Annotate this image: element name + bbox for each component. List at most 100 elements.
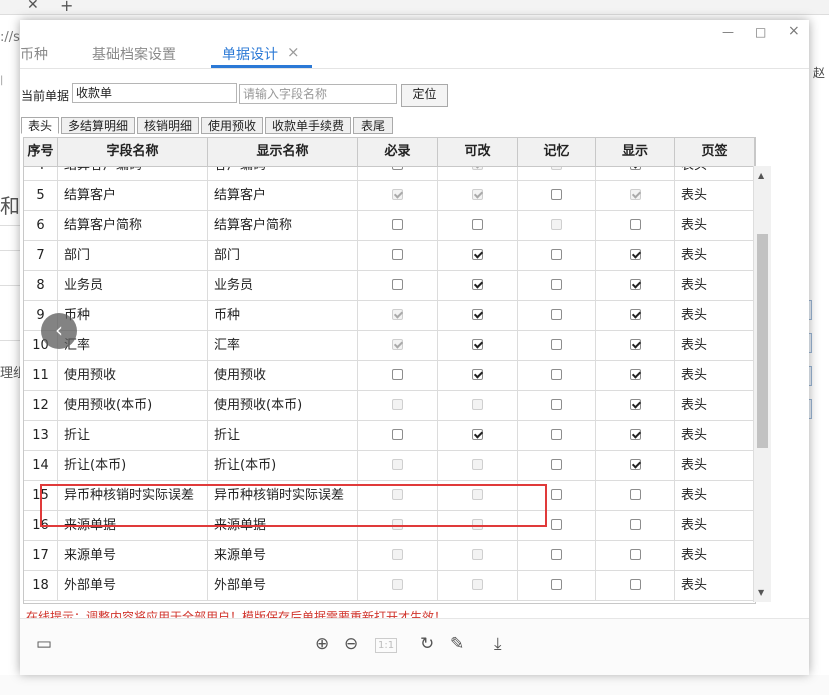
- show-checkbox[interactable]: [629, 399, 641, 410]
- tab-currency[interactable]: 币种: [20, 44, 48, 64]
- table-row[interactable]: 12 使用预收(本币) 使用预收(本币) 表头: [24, 391, 755, 421]
- maximize-icon[interactable]: □: [755, 25, 766, 39]
- editable-checkbox[interactable]: [472, 219, 483, 230]
- display-name[interactable]: 业务员: [208, 271, 358, 300]
- display-name[interactable]: 异币种核销时实际误差: [208, 481, 358, 510]
- tab-cell[interactable]: 表头: [675, 451, 755, 480]
- tab-cell[interactable]: 表头: [675, 211, 755, 240]
- field-name[interactable]: 币种: [58, 301, 208, 330]
- table-row[interactable]: 11 使用预收 使用预收 表头: [24, 361, 755, 391]
- display-name[interactable]: 折让: [208, 421, 358, 450]
- tab-document-design[interactable]: 单据设计: [222, 44, 278, 64]
- display-name[interactable]: 来源单据: [208, 511, 358, 540]
- memory-checkbox[interactable]: [551, 189, 562, 200]
- display-name[interactable]: 客户编码: [208, 167, 358, 180]
- browser-tab-close-icon[interactable]: ✕: [27, 0, 39, 13]
- tab-cell[interactable]: 表头: [675, 361, 755, 390]
- tab-cell[interactable]: 表头: [675, 481, 755, 510]
- display-name[interactable]: 使用预收: [208, 361, 358, 390]
- display-name[interactable]: 部门: [208, 241, 358, 270]
- table-row[interactable]: 17 来源单号 来源单号 表头: [24, 541, 755, 571]
- memory-checkbox[interactable]: [551, 369, 562, 380]
- editable-checkbox[interactable]: [472, 339, 483, 350]
- required-checkbox[interactable]: [392, 167, 403, 170]
- field-name[interactable]: 结算客户编码: [58, 167, 208, 180]
- zoom-in-icon[interactable]: ⊕: [315, 634, 329, 654]
- tab-cell[interactable]: 表头: [675, 421, 755, 450]
- edit-icon[interactable]: ✎: [450, 634, 464, 654]
- field-name[interactable]: 结算客户简称: [58, 211, 208, 240]
- required-checkbox[interactable]: [392, 369, 403, 380]
- memory-checkbox[interactable]: [551, 579, 562, 590]
- field-name[interactable]: 来源单据: [58, 511, 208, 540]
- table-row[interactable]: 8 业务员 业务员 表头: [24, 271, 755, 301]
- download-icon[interactable]: ⤓: [494, 634, 502, 654]
- tab-cell[interactable]: 表头: [675, 331, 755, 360]
- table-row[interactable]: 7 部门 部门 表头: [24, 241, 755, 271]
- subtab-multi-settlement[interactable]: 多结算明细: [61, 117, 135, 134]
- display-name[interactable]: 使用预收(本币): [208, 391, 358, 420]
- current-document-field[interactable]: 收款单: [72, 83, 237, 103]
- memory-checkbox[interactable]: [551, 279, 562, 290]
- memory-checkbox[interactable]: [551, 339, 562, 350]
- show-checkbox[interactable]: [629, 519, 641, 530]
- editable-checkbox[interactable]: [472, 429, 483, 440]
- tab-cell[interactable]: 表头: [675, 541, 755, 570]
- show-checkbox[interactable]: [629, 579, 641, 590]
- table-row[interactable]: 6 结算客户简称 结算客户简称 表头: [24, 211, 755, 241]
- show-checkbox[interactable]: [629, 489, 641, 500]
- new-tab-icon[interactable]: +: [60, 0, 73, 15]
- table-row[interactable]: 15 异币种核销时实际误差 异币种核销时实际误差 表头: [24, 481, 755, 511]
- editable-checkbox[interactable]: [472, 309, 483, 320]
- tab-close-icon[interactable]: ×: [287, 43, 300, 61]
- tab-cell[interactable]: 表头: [675, 181, 755, 210]
- show-checkbox[interactable]: [629, 309, 641, 320]
- display-name[interactable]: 折让(本币): [208, 451, 358, 480]
- rotate-icon[interactable]: ↻: [420, 634, 434, 654]
- table-row[interactable]: 9 币种 币种 表头: [24, 301, 755, 331]
- display-name[interactable]: 来源单号: [208, 541, 358, 570]
- show-checkbox[interactable]: [629, 549, 641, 560]
- tab-cell[interactable]: 表头: [675, 391, 755, 420]
- field-name[interactable]: 外部单号: [58, 571, 208, 600]
- show-checkbox[interactable]: [629, 459, 641, 470]
- table-row[interactable]: 4结算客户编码客户编码 表头: [24, 167, 755, 181]
- subtab-prepayment[interactable]: 使用预收: [201, 117, 263, 134]
- minimize-icon[interactable]: —: [722, 25, 734, 39]
- display-name[interactable]: 币种: [208, 301, 358, 330]
- required-checkbox[interactable]: [392, 279, 403, 290]
- field-name[interactable]: 部门: [58, 241, 208, 270]
- subtab-footer[interactable]: 表尾: [353, 117, 393, 134]
- memory-checkbox[interactable]: [551, 459, 562, 470]
- editable-checkbox[interactable]: [472, 249, 483, 260]
- tab-basic-settings[interactable]: 基础档案设置: [92, 44, 176, 64]
- close-icon[interactable]: ×: [788, 23, 800, 39]
- show-checkbox[interactable]: [629, 429, 641, 440]
- memory-checkbox[interactable]: [551, 309, 562, 320]
- table-row[interactable]: 13 折让 折让 表头: [24, 421, 755, 451]
- tab-cell[interactable]: 表头: [675, 301, 755, 330]
- show-checkbox[interactable]: [629, 339, 641, 350]
- show-checkbox[interactable]: [629, 167, 641, 170]
- required-checkbox[interactable]: [392, 249, 403, 260]
- editable-checkbox[interactable]: [472, 279, 483, 290]
- field-name[interactable]: 结算客户: [58, 181, 208, 210]
- layout-icon[interactable]: ▭: [36, 634, 52, 654]
- tab-cell[interactable]: 表头: [675, 511, 755, 540]
- display-name[interactable]: 外部单号: [208, 571, 358, 600]
- field-name[interactable]: 使用预收(本币): [58, 391, 208, 420]
- table-row[interactable]: 18 外部单号 外部单号 表头: [24, 571, 755, 601]
- tab-cell[interactable]: 表头: [675, 271, 755, 300]
- show-checkbox[interactable]: [629, 279, 641, 290]
- show-checkbox[interactable]: [629, 249, 641, 260]
- tab-cell[interactable]: 表头: [675, 167, 755, 180]
- scroll-up-arrow-icon[interactable]: ▲: [758, 171, 764, 180]
- memory-checkbox[interactable]: [551, 549, 562, 560]
- subtab-fees[interactable]: 收款单手续费: [265, 117, 351, 134]
- required-checkbox[interactable]: [392, 219, 403, 230]
- subtab-header[interactable]: 表头: [21, 117, 59, 134]
- memory-checkbox[interactable]: [551, 429, 562, 440]
- memory-checkbox[interactable]: [551, 249, 562, 260]
- show-checkbox[interactable]: [629, 369, 641, 380]
- table-row[interactable]: 5 结算客户 结算客户 表头: [24, 181, 755, 211]
